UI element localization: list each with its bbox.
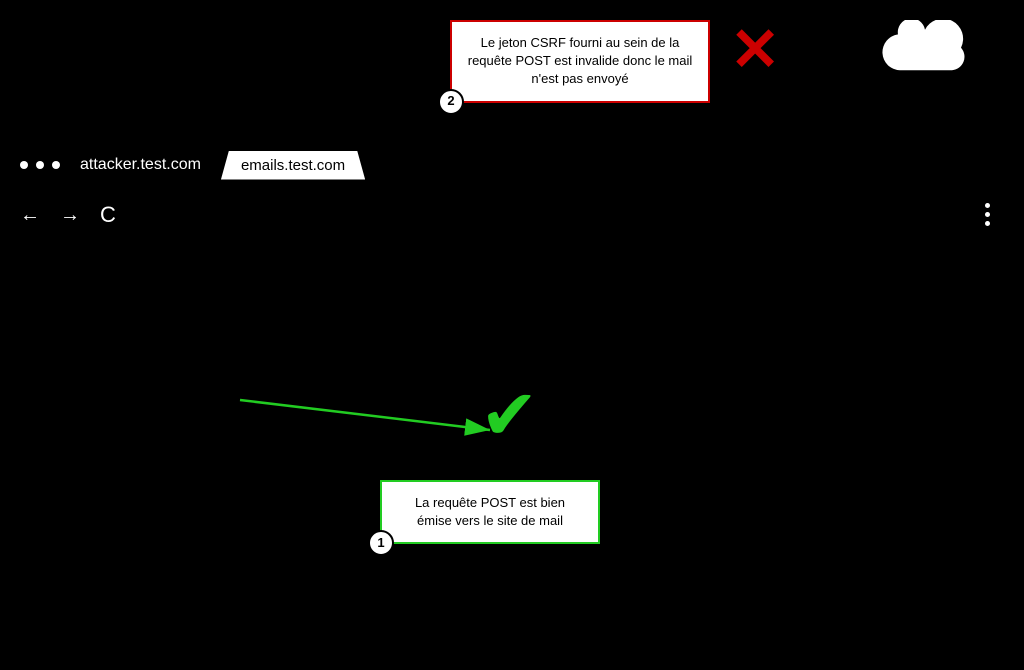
dot-menu-2	[985, 212, 990, 217]
emails-tab[interactable]: emails.test.com	[221, 151, 365, 180]
forward-button[interactable]: →	[60, 204, 80, 227]
red-x-icon: ✕	[730, 20, 780, 80]
green-check-icon: ✔	[480, 380, 539, 450]
post-request-text: La requête POST est bien émise vers le s…	[415, 495, 565, 528]
dot-menu-1	[985, 203, 990, 208]
browser-window-controls	[20, 161, 60, 169]
dot-1	[20, 161, 28, 169]
dot-2	[36, 161, 44, 169]
cloud-icon	[880, 20, 970, 80]
nav-bar: ← → C	[0, 195, 1024, 235]
back-button[interactable]: ←	[20, 204, 40, 227]
post-step-badge: 1	[368, 530, 394, 556]
post-request-box: La requête POST est bien émise vers le s…	[380, 480, 600, 544]
attacker-url: attacker.test.com	[80, 156, 201, 174]
csrf-step-badge: 2	[438, 89, 464, 115]
dot-menu-3	[985, 221, 990, 226]
csrf-error-text: Le jeton CSRF fourni au sein de la requê…	[468, 35, 693, 86]
browser-bar: attacker.test.com emails.test.com	[0, 140, 1024, 190]
more-options-button[interactable]	[981, 195, 994, 234]
csrf-error-box: Le jeton CSRF fourni au sein de la requê…	[450, 20, 710, 103]
dot-3	[52, 161, 60, 169]
refresh-button[interactable]: C	[100, 202, 116, 228]
